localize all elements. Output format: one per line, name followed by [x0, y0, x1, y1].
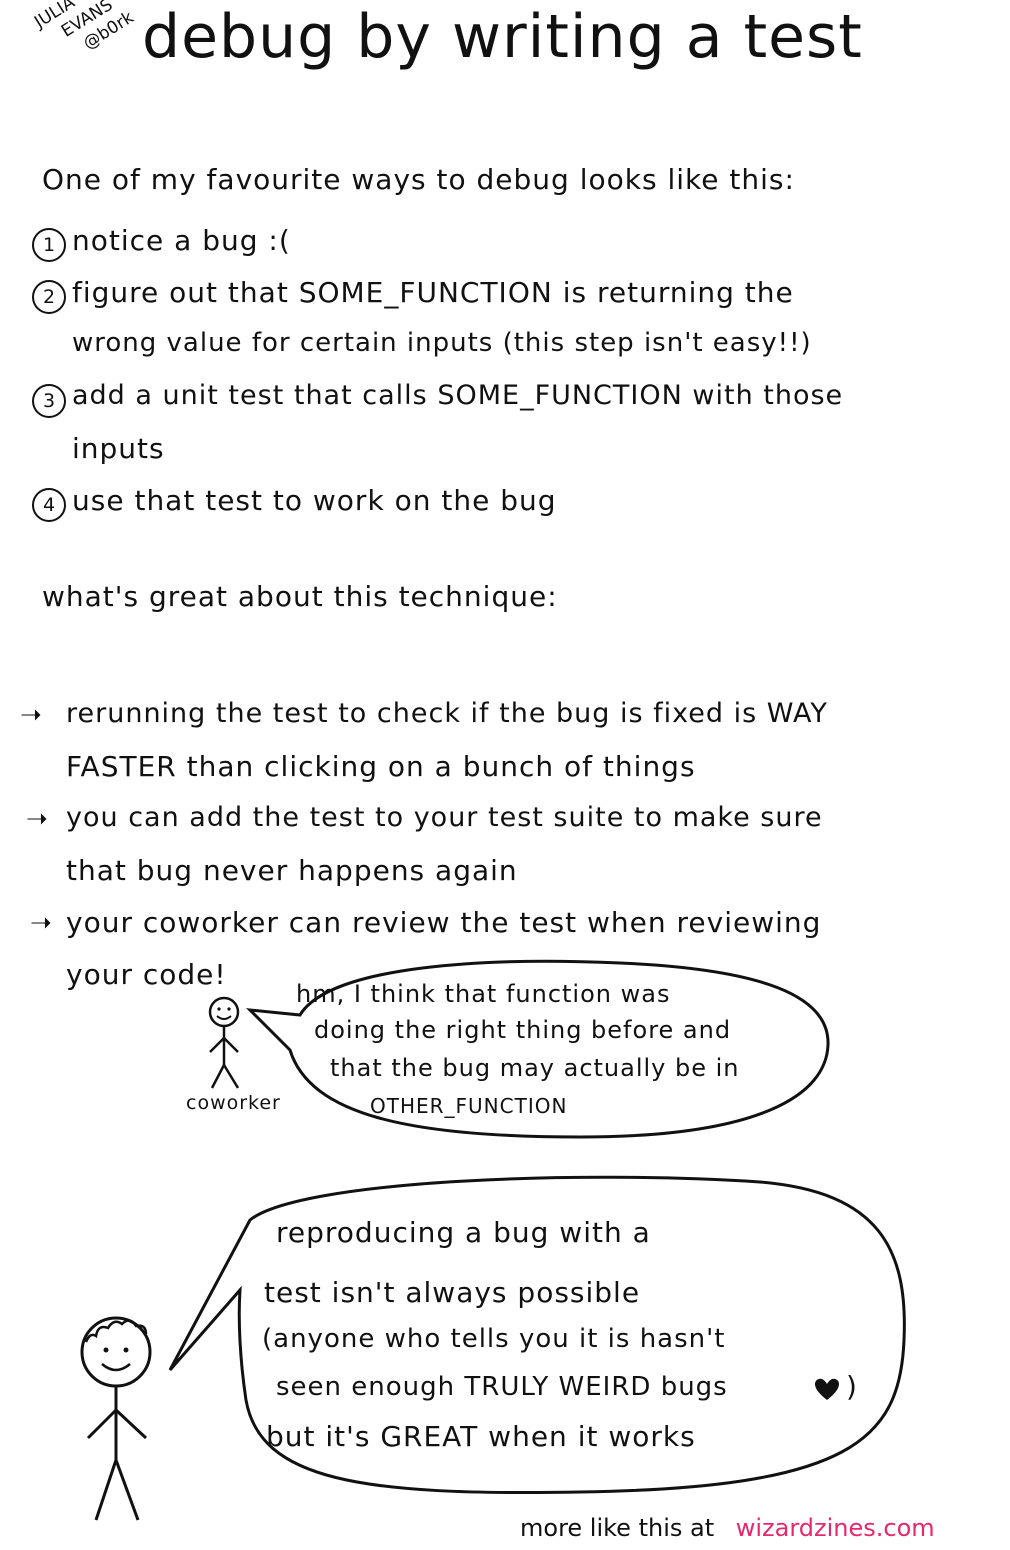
- arrow-right-icon: ➝: [26, 804, 48, 834]
- benefit-3-line-1: your coworker can review the test when r…: [66, 906, 822, 939]
- benefit-1-line-2: FASTER than clicking on a bunch of thing…: [66, 750, 696, 783]
- coworker-speech-line-4: OTHER_FUNCTION: [370, 1094, 568, 1118]
- step-number-2: 2: [32, 280, 66, 314]
- step-3-line-2: inputs: [72, 432, 165, 465]
- author-signature: JULIA EVANS @b0rk: [22, 0, 138, 76]
- footer: more like this at wizardzines.com: [520, 1514, 935, 1542]
- step-3-line-1: add a unit test that calls SOME_FUNCTION…: [72, 380, 844, 411]
- benefit-3-line-2: your code!: [66, 958, 227, 991]
- page-title: debug by writing a test: [142, 2, 863, 72]
- step-number-3: 3: [32, 384, 66, 418]
- benefit-2-line-2: that bug never happens again: [66, 854, 518, 887]
- coworker-speech-line-3: that the bug may actually be in: [330, 1054, 740, 1082]
- benefit-2-line-1: you can add the test to your test suite …: [66, 802, 823, 833]
- step-1-line-1: notice a bug :(: [72, 224, 291, 257]
- benefit-1-line-1: rerunning the test to check if the bug i…: [66, 698, 828, 729]
- step-2-line-2: wrong value for certain inputs (this ste…: [72, 328, 812, 358]
- arrow-right-icon: ➝: [20, 700, 42, 730]
- caveat-speech-line-2: test isn't always possible: [264, 1276, 641, 1309]
- step-number-4: 4: [32, 488, 66, 522]
- coworker-speech-line-1: hm, I think that function was: [296, 980, 671, 1008]
- arrow-right-icon: ➝: [30, 908, 52, 938]
- caveat-close-paren: ): [846, 1370, 858, 1403]
- wizardzines-link[interactable]: wizardzines.com: [736, 1514, 935, 1542]
- footer-prefix: more like this at: [520, 1514, 715, 1542]
- caveat-speech-line-5: but it's GREAT when it works: [266, 1420, 696, 1453]
- coworker-speech-line-2: doing the right thing before and: [314, 1016, 732, 1044]
- step-number-1: 1: [32, 228, 66, 262]
- benefits-heading: what's great about this technique:: [42, 580, 558, 613]
- intro-text: One of my favourite ways to debug looks …: [42, 163, 795, 196]
- step-4-line-1: use that test to work on the bug: [72, 484, 557, 517]
- caveat-speech-line-4: seen enough TRULY WEIRD bugs: [276, 1372, 728, 1402]
- heart-icon: [815, 1378, 839, 1400]
- caveat-speech-line-3: (anyone who tells you it is hasn't: [262, 1324, 726, 1354]
- caveat-speech-line-1: reproducing a bug with a: [276, 1216, 651, 1249]
- step-2-line-1: figure out that SOME_FUNCTION is returni…: [72, 276, 794, 309]
